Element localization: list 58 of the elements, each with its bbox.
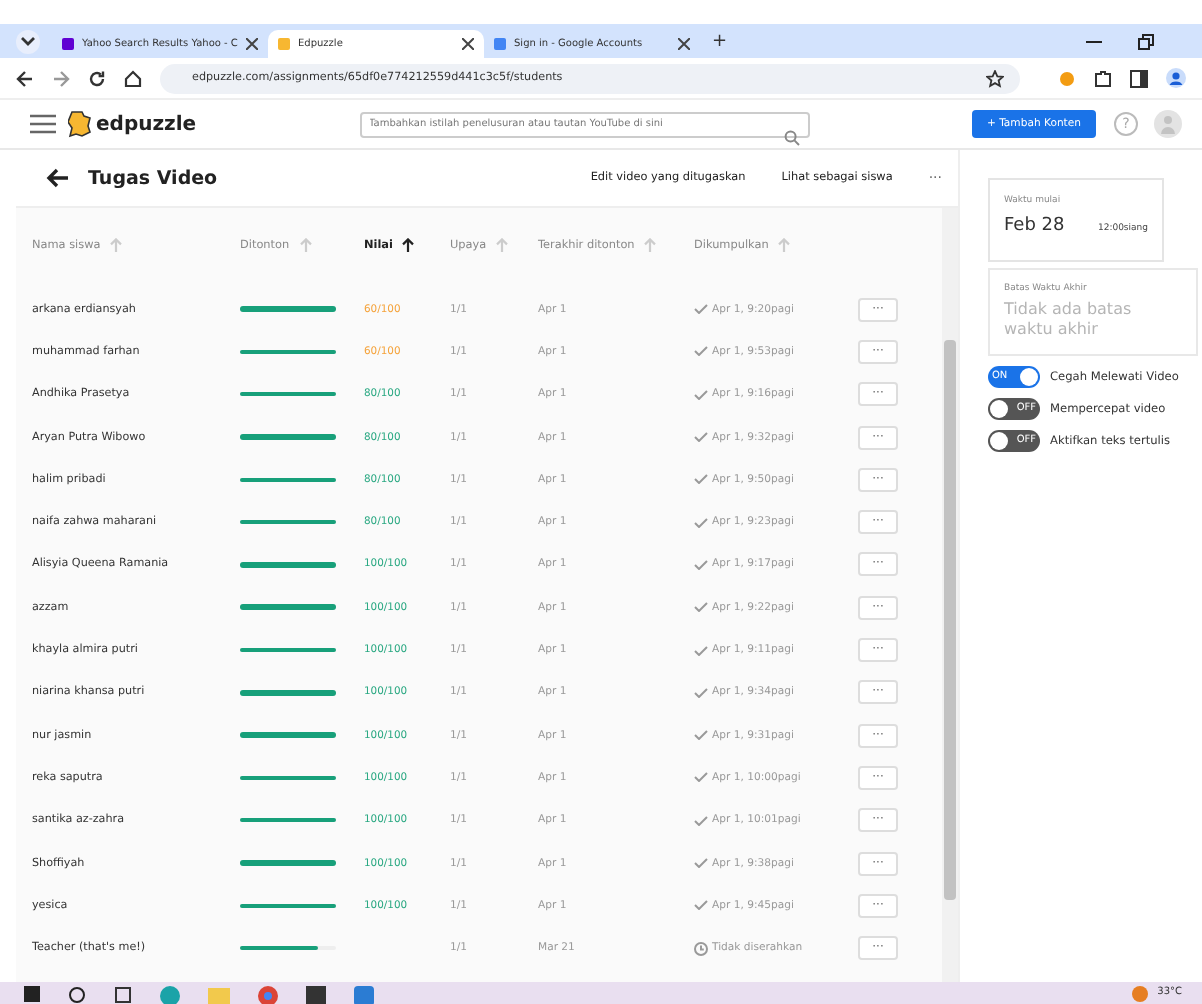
check-icon [694,815,708,826]
progress-bar [240,817,336,823]
progress-bar [240,434,336,440]
scrollbar[interactable] [942,208,958,982]
check-icon [694,602,708,613]
progress-bar [240,945,336,951]
logo[interactable]: edpuzzle [96,113,197,135]
home-icon[interactable] [124,69,142,87]
check-icon [694,389,708,400]
progress-bar [240,349,336,355]
back-icon[interactable] [16,69,34,87]
start-date: Feb 28 [1004,216,1065,236]
check-icon [694,517,708,528]
check-icon [694,346,708,357]
placeholder-text: Tidak ada batas waktu akhir [1004,300,1134,342]
check-icon [694,559,708,570]
check-icon [694,730,708,741]
task-view-icon[interactable] [114,986,132,1004]
progress-bar [240,775,336,781]
progress-bar [240,391,336,397]
check-icon [694,772,708,783]
check-icon [694,474,708,485]
progress-bar [240,477,336,483]
progress-bar [240,306,336,312]
back-arrow-icon[interactable] [46,168,68,188]
reload-icon[interactable] [88,69,106,87]
progress-bar [240,732,336,738]
close-icon[interactable] [678,38,690,50]
progress-bar [240,519,336,525]
clock-icon [694,941,708,956]
tab-list-icon[interactable] [16,29,40,53]
weather-icon [1131,986,1150,1002]
progress-bar [240,604,336,610]
close-icon[interactable] [462,38,474,50]
sort-arrow-icon[interactable] [402,238,415,252]
close-icon[interactable] [246,38,258,50]
progress-bar [240,562,336,568]
puzzle-piece-icon[interactable] [1094,69,1112,87]
star-icon[interactable] [986,69,1004,87]
check-icon [694,645,708,656]
progress-bar [240,860,336,866]
page-title: Tugas Video [88,167,218,189]
menu-icon[interactable] [30,114,56,134]
progress-bar [240,647,336,653]
progress-bar [240,690,336,696]
check-icon [694,858,708,868]
sidebar-icon[interactable] [1130,69,1148,87]
restore-icon[interactable] [1138,33,1154,49]
check-icon [694,900,708,911]
puzzle-logo-icon [68,110,92,138]
check-icon [694,432,708,443]
new-tab-button[interactable]: + [712,31,728,51]
search-icon[interactable] [68,986,86,1004]
check-icon [694,687,708,698]
progress-bar [240,903,336,909]
profile-icon[interactable] [1166,68,1186,88]
forward-icon[interactable] [52,69,70,87]
check-icon [694,304,708,315]
